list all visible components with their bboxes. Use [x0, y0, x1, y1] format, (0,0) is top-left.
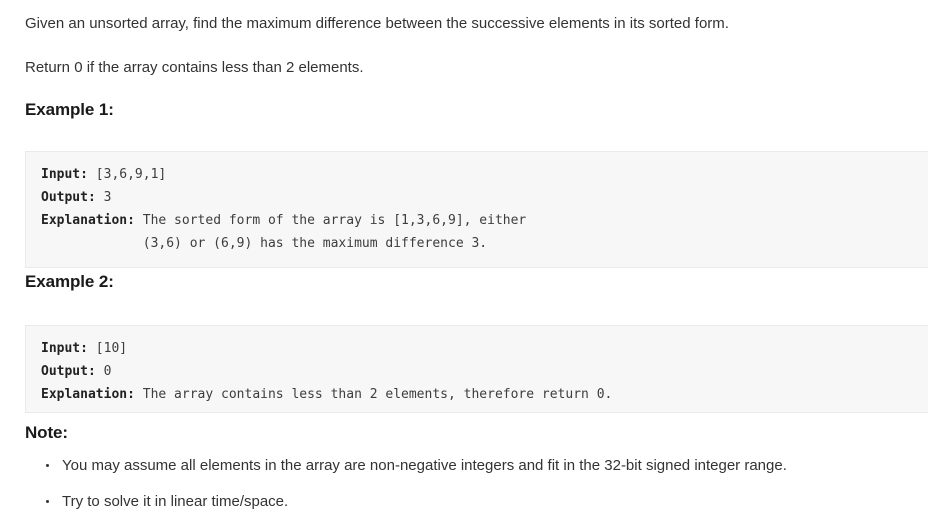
code-line: Output: 0 [41, 360, 928, 383]
code-line-value: [10] [87, 341, 128, 356]
code-line: Output: 3 [41, 186, 928, 209]
code-line-value: 0 [95, 364, 112, 379]
code-line: Explanation: The sorted form of the arra… [41, 209, 928, 232]
code-line: Input: [10] [41, 337, 928, 360]
code-line-value: [3,6,9,1] [87, 167, 167, 182]
example-2-heading: Example 2: [25, 272, 114, 291]
problem-description-panel: Given an unsorted array, find the maximu… [0, 0, 928, 521]
example-1-heading: Example 1: [25, 100, 114, 119]
code-line-value: The array contains less than 2 elements,… [134, 387, 613, 402]
code-line-value: (3,6) or (6,9) has the maximum differenc… [41, 236, 488, 251]
note-list: You may assume all elements in the array… [25, 455, 787, 527]
code-line: (3,6) or (6,9) has the maximum differenc… [41, 232, 928, 255]
code-line: Input: [3,6,9,1] [41, 163, 928, 186]
code-line-label: Input: [41, 167, 88, 182]
note-heading: Note: [25, 423, 68, 442]
problem-intro-line-1: Given an unsorted array, find the maximu… [25, 15, 729, 32]
code-line-label: Explanation: [41, 387, 135, 402]
code-line-label: Output: [41, 190, 96, 205]
code-line: Explanation: The array contains less tha… [41, 383, 928, 406]
code-line-value: 3 [95, 190, 112, 205]
code-line-value: The sorted form of the array is [1,3,6,9… [134, 213, 527, 228]
code-line-label: Input: [41, 341, 88, 356]
code-line-label: Explanation: [41, 213, 135, 228]
code-line-label: Output: [41, 364, 96, 379]
list-item: You may assume all elements in the array… [46, 455, 787, 477]
list-item: Try to solve it in linear time/space. [46, 491, 787, 513]
example-1-code-block: Input: [3,6,9,1] Output: 3 Explanation: Th… [25, 151, 928, 268]
example-2-code-block: Input: [10] Output: 0 Explanation: The arr… [25, 325, 928, 413]
problem-intro-line-2: Return 0 if the array contains less than… [25, 59, 364, 76]
